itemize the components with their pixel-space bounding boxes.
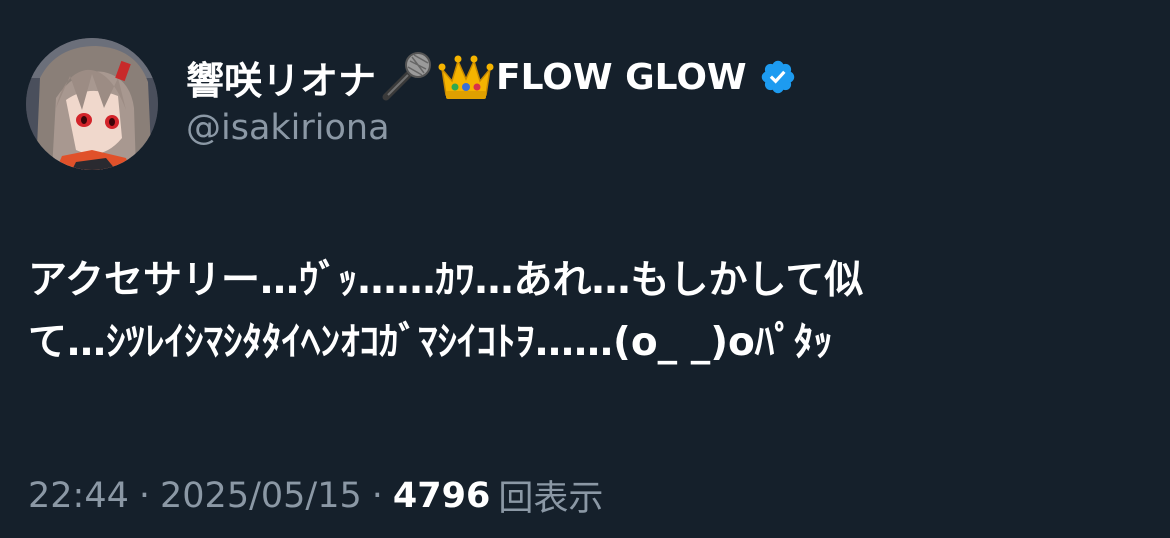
views-count[interactable]: 4796 [393,476,490,516]
meta-separator: · [371,475,383,516]
microphone-icon [380,51,434,103]
author-name-row[interactable]: 響咲リオナ FLOW GLOW [186,50,797,104]
verified-badge-icon[interactable] [759,58,797,96]
crown-icon [438,51,494,103]
tweet-card: 響咲リオナ FLOW GLOW @isakiriona アクセサリー…ｳﾞｯ……… [0,0,1170,538]
tweet-date[interactable]: 2025/05/15 [160,476,362,516]
author-display-name[interactable]: 響咲リオナ [186,50,376,105]
tweet-text-line: て…ｼﾂﾚｲｼﾏｼﾀﾀｲﾍﾝｵｺｶﾞﾏｼｲｺﾄｦ……(o_ _)oﾊﾟﾀｯ [28,320,833,365]
tweet-text: アクセサリー…ｳﾞｯ……ｶﾜ…あれ…もしかして似 て…ｼﾂﾚｲｼﾏｼﾀﾀｲﾍﾝｵ… [28,250,1148,374]
author-name-suffix[interactable]: FLOW GLOW [496,57,747,98]
avatar-image [26,38,158,170]
meta-separator: · [138,475,151,516]
tweet-time[interactable]: 22:44 [28,476,129,516]
author-handle[interactable]: @isakiriona [186,108,390,148]
views-label: 回表示 [498,479,604,519]
avatar[interactable] [26,38,158,170]
tweet-meta: 22:44 · 2025/05/15 · 4796 回表示 [28,470,603,521]
tweet-text-line: アクセサリー…ｳﾞｯ……ｶﾜ…あれ…もしかして似 [28,258,864,303]
